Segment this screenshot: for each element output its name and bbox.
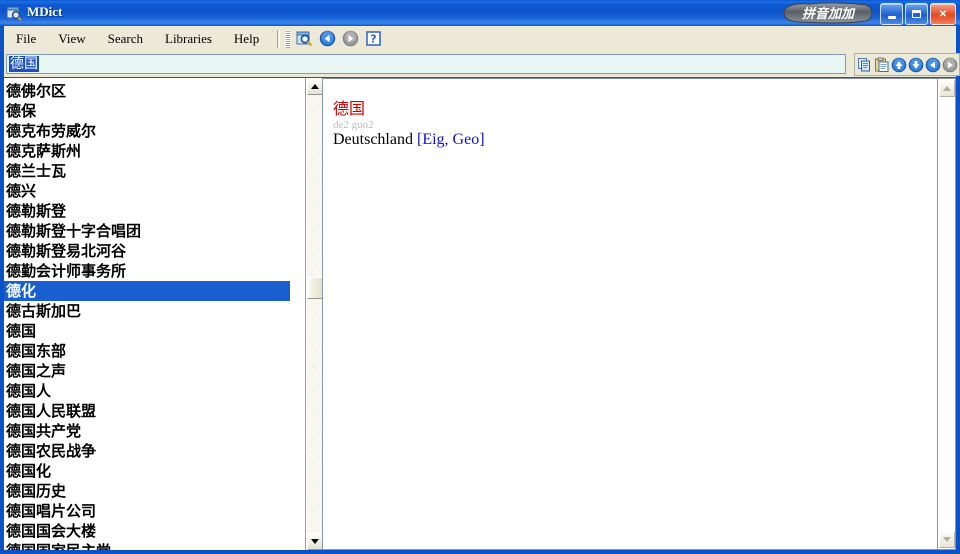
list-item[interactable]: 德兰士瓦 (4, 161, 290, 181)
title-bar: MDict 拼音加加 ✕ (0, 0, 960, 26)
search-dict-icon[interactable] (294, 29, 314, 49)
minimize-button[interactable] (880, 3, 903, 25)
list-item[interactable]: 德勒斯登 (4, 201, 290, 221)
list-item[interactable]: 德国唱片公司 (4, 501, 290, 521)
search-row: 德国 (4, 51, 960, 77)
list-item[interactable]: 德保 (4, 101, 290, 121)
definition-body: Deutschland [Eig, Geo] (333, 131, 485, 149)
forward-icon (340, 29, 360, 49)
svg-text:?: ? (370, 33, 376, 46)
list-item[interactable]: 德国国家民主党 (4, 541, 290, 550)
word-list-pane[interactable]: 德佛尔区 德保 德克布劳威尔 德克萨斯州 德兰士瓦 德兴 德勒斯登 德勒斯登十字合唱团 德勒斯登… (4, 78, 306, 550)
definition-pane[interactable]: 德国 de2 guo2 Deutschland [Eig, Geo] (322, 78, 938, 550)
window-frame-bottom (0, 550, 960, 554)
list-item[interactable]: 德古斯加巴 (4, 301, 290, 321)
window-controls: ✕ (880, 3, 956, 25)
list-item[interactable]: 德国东部 (4, 341, 290, 361)
list-item[interactable]: 德国之声 (4, 361, 290, 381)
list-item[interactable]: 德国历史 (4, 481, 290, 501)
scroll-down-button[interactable] (907, 56, 924, 73)
scroll-up-button[interactable] (890, 56, 907, 73)
definition-pinyin: de2 guo2 (333, 119, 374, 131)
help-icon[interactable]: ? (363, 29, 383, 49)
definition-translation: Deutschland (333, 131, 413, 148)
chevron-up-icon (311, 84, 319, 89)
search-input-value: 德国 (9, 56, 39, 72)
close-button[interactable]: ✕ (930, 3, 956, 25)
chevron-down-icon (943, 537, 951, 542)
maximize-button[interactable] (905, 3, 928, 25)
menu-bar: File View Search Libraries Help ? (4, 26, 956, 52)
list-item[interactable]: 德国共产党 (4, 421, 290, 441)
definition-scrollbar[interactable] (938, 78, 956, 550)
list-item[interactable]: 德克萨斯州 (4, 141, 290, 161)
menu-item-view[interactable]: View (48, 28, 95, 50)
menu-item-search[interactable]: Search (98, 28, 153, 50)
list-item[interactable]: 德兴 (4, 181, 290, 201)
word-list-scroll-thumb[interactable] (307, 277, 323, 299)
word-list-scroll-down-arrow[interactable] (307, 533, 323, 550)
history-forward-button (941, 56, 958, 73)
list-item[interactable]: 德勒斯登十字合唱团 (4, 221, 290, 241)
window-frame-right (956, 26, 960, 554)
list-item[interactable]: 德克布劳威尔 (4, 121, 290, 141)
chevron-down-icon (311, 539, 319, 544)
list-item[interactable]: 德国农民战争 (4, 441, 290, 461)
definition-tag: [Eig, Geo] (416, 131, 485, 148)
svg-text:拼音加加: 拼音加加 (802, 6, 856, 22)
menu-item-libraries[interactable]: Libraries (155, 28, 222, 50)
menu-separator (277, 29, 281, 48)
word-list: 德佛尔区 德保 德克布劳威尔 德克萨斯州 德兰士瓦 德兴 德勒斯登 德勒斯登十字合唱团 德勒斯登… (4, 81, 290, 550)
mdict-window: MDict 拼音加加 ✕ File View Search Libraries … (0, 0, 960, 554)
list-item[interactable]: 德勒斯登易北河谷 (4, 241, 290, 261)
list-item[interactable]: 德国 (4, 321, 290, 341)
list-item[interactable]: 德国国会大楼 (4, 521, 290, 541)
list-item[interactable]: 德国化 (4, 461, 290, 481)
ime-badge: 拼音加加 (780, 2, 876, 24)
definition-headword: 德国 (333, 99, 366, 118)
copy-button[interactable] (856, 56, 873, 73)
list-item[interactable]: 德化 (4, 281, 290, 301)
list-item[interactable]: 德国人 (4, 381, 290, 401)
window-title: MDict (27, 4, 63, 19)
search-input[interactable]: 德国 (6, 54, 846, 74)
list-item[interactable]: 德国人民联盟 (4, 401, 290, 421)
menu-item-help[interactable]: Help (224, 28, 269, 50)
app-icon (6, 5, 22, 21)
paste-button[interactable] (873, 56, 890, 73)
definition-scroll-up-arrow[interactable] (939, 80, 955, 97)
word-list-scroll-up-arrow[interactable] (307, 78, 323, 95)
word-list-scrollbar[interactable] (306, 78, 323, 550)
back-icon[interactable] (317, 29, 337, 49)
list-item[interactable]: 德佛尔区 (4, 81, 290, 101)
history-back-button[interactable] (924, 56, 941, 73)
toolbar-grip[interactable] (286, 29, 291, 48)
list-item[interactable]: 德勤会计师事务所 (4, 261, 290, 281)
chevron-up-icon (943, 86, 951, 91)
menu-item-file[interactable]: File (6, 28, 46, 50)
definition-scroll-down-arrow[interactable] (939, 531, 955, 548)
search-toolbar (854, 53, 960, 76)
